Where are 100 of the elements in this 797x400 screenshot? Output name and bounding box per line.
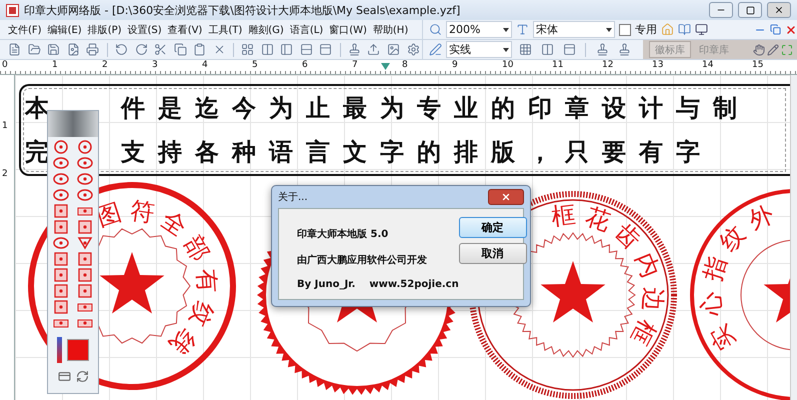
panel-icon bbox=[319, 43, 332, 56]
undo-icon bbox=[114, 43, 128, 56]
zoom-dropdown[interactable]: 200% bbox=[446, 21, 512, 38]
square-stamp-button[interactable] bbox=[53, 300, 69, 314]
banner-text: 本 bbox=[25, 93, 49, 124]
ruler-number: 9 bbox=[452, 60, 458, 72]
square-stamp-button[interactable] bbox=[77, 284, 93, 298]
oval-stamp-button[interactable] bbox=[77, 172, 93, 186]
stamp-icon bbox=[596, 43, 608, 56]
ruler-number: 2 bbox=[102, 60, 108, 72]
dialog-title: 关于... bbox=[278, 190, 308, 204]
folder-icon bbox=[28, 43, 41, 56]
ruler-number: 14 bbox=[702, 60, 714, 72]
banner-text: 支持各种语言文字的排版，只要有字 bbox=[121, 137, 713, 168]
menu-item[interactable]: 文件(F) bbox=[6, 22, 44, 36]
oval-stamp-button[interactable] bbox=[53, 172, 69, 186]
star-icon bbox=[100, 252, 164, 314]
ruler-number: 4 bbox=[202, 60, 208, 72]
menu-item[interactable]: 帮助(H) bbox=[370, 22, 410, 36]
seal-character: 心 bbox=[696, 290, 727, 318]
grid-icon bbox=[518, 43, 532, 56]
menu-item[interactable]: 工具(T) bbox=[206, 22, 244, 36]
pen-icon[interactable] bbox=[429, 43, 442, 56]
font-icon[interactable] bbox=[516, 23, 529, 36]
round-stamp-button[interactable] bbox=[53, 140, 69, 154]
refresh-icon[interactable] bbox=[76, 370, 88, 383]
oval-stamp-button[interactable] bbox=[53, 188, 69, 202]
print-icon bbox=[86, 43, 100, 56]
close-icon bbox=[501, 192, 511, 202]
ruler-number: 1 bbox=[1, 121, 9, 131]
card-icon[interactable] bbox=[58, 370, 70, 383]
columns-icon bbox=[540, 43, 554, 56]
ruler-number: 13 bbox=[652, 60, 664, 72]
panel-icon bbox=[280, 43, 294, 56]
scrollbar[interactable] bbox=[790, 75, 797, 400]
square-stamp-button[interactable] bbox=[53, 220, 69, 234]
square-stamp-button[interactable] bbox=[53, 252, 69, 266]
font-dropdown[interactable]: 宋体 bbox=[533, 21, 615, 38]
seal-character: 线 bbox=[164, 323, 200, 360]
dialog-button[interactable]: 取消 bbox=[458, 243, 527, 264]
indent-marker-icon[interactable] bbox=[381, 63, 390, 70]
ruler-number: 8 bbox=[402, 60, 408, 72]
ruler-number: 2 bbox=[1, 169, 9, 179]
menu-item[interactable]: 雕刻(G) bbox=[246, 22, 286, 36]
ruler-number: 1 bbox=[52, 60, 58, 72]
square-stamp-button[interactable] bbox=[53, 284, 69, 298]
menu-item[interactable]: 窗口(W) bbox=[327, 22, 369, 36]
maximize-button[interactable] bbox=[738, 2, 762, 18]
menu-item[interactable]: 设置(S) bbox=[126, 22, 164, 36]
dialog-button[interactable]: 确定 bbox=[458, 217, 527, 238]
hand-icon[interactable] bbox=[753, 44, 765, 56]
cut-icon bbox=[154, 43, 168, 56]
seal-character: 框 bbox=[626, 315, 662, 350]
redo-icon bbox=[134, 43, 148, 56]
panel-icon bbox=[562, 43, 576, 56]
stamp-icon bbox=[618, 43, 630, 56]
rows-icon bbox=[300, 43, 313, 56]
ruler-number: 12 bbox=[602, 60, 614, 72]
columns-icon bbox=[260, 43, 274, 56]
settings-icon bbox=[406, 43, 420, 56]
book-icon[interactable] bbox=[678, 23, 691, 36]
square-stamp-button[interactable] bbox=[53, 268, 69, 282]
dialog-text: 由广西大鹏应用软件公司开发 bbox=[297, 253, 428, 267]
line-style-dropdown[interactable]: 实线 bbox=[446, 41, 512, 58]
oval-stamp-button[interactable] bbox=[77, 188, 93, 202]
oval-stamp-button[interactable] bbox=[53, 156, 69, 170]
menu-item[interactable]: 语言(L) bbox=[288, 22, 326, 36]
copy-icon bbox=[174, 43, 187, 56]
close-icon[interactable] bbox=[785, 24, 797, 36]
menu-item[interactable]: 编辑(E) bbox=[46, 22, 84, 36]
ruler-number: 6 bbox=[302, 60, 308, 72]
square-stamp-button[interactable] bbox=[77, 252, 93, 266]
stamp-icon bbox=[348, 43, 361, 56]
monitor-icon[interactable] bbox=[695, 23, 708, 36]
minimize-button[interactable] bbox=[709, 2, 733, 18]
color-swatch[interactable] bbox=[67, 339, 89, 361]
dialog-text: By Juno_Jr. www.52pojie.cn bbox=[297, 279, 459, 290]
document-icon bbox=[66, 43, 80, 56]
ruler-number: 10 bbox=[502, 60, 514, 72]
eye-image bbox=[48, 111, 98, 137]
seal-character: 框 bbox=[550, 200, 577, 231]
oval-stamp-button[interactable] bbox=[53, 236, 69, 250]
layout-icon bbox=[241, 43, 254, 56]
menu-item[interactable]: 查看(V) bbox=[166, 22, 204, 36]
close-button[interactable] bbox=[767, 2, 791, 18]
oval-stamp-button[interactable] bbox=[77, 156, 93, 170]
ruler-number: 3 bbox=[152, 60, 158, 72]
square-stamp-button[interactable] bbox=[77, 268, 93, 282]
zoom-icon[interactable] bbox=[429, 23, 442, 36]
grid-stamp-button[interactable] bbox=[53, 204, 69, 218]
restore-icon[interactable] bbox=[770, 24, 781, 35]
checkbox[interactable] bbox=[619, 24, 631, 36]
dialog-close-button[interactable] bbox=[488, 189, 524, 205]
round-stamp-button[interactable] bbox=[77, 140, 93, 154]
pencil-icon[interactable] bbox=[767, 44, 779, 56]
paste-icon bbox=[193, 43, 206, 56]
seal-character: 边 bbox=[638, 286, 668, 312]
menu-item[interactable]: 排版(P) bbox=[86, 22, 124, 36]
square-stamp-button[interactable] bbox=[77, 220, 93, 234]
triangle-stamp-button[interactable] bbox=[77, 236, 93, 250]
